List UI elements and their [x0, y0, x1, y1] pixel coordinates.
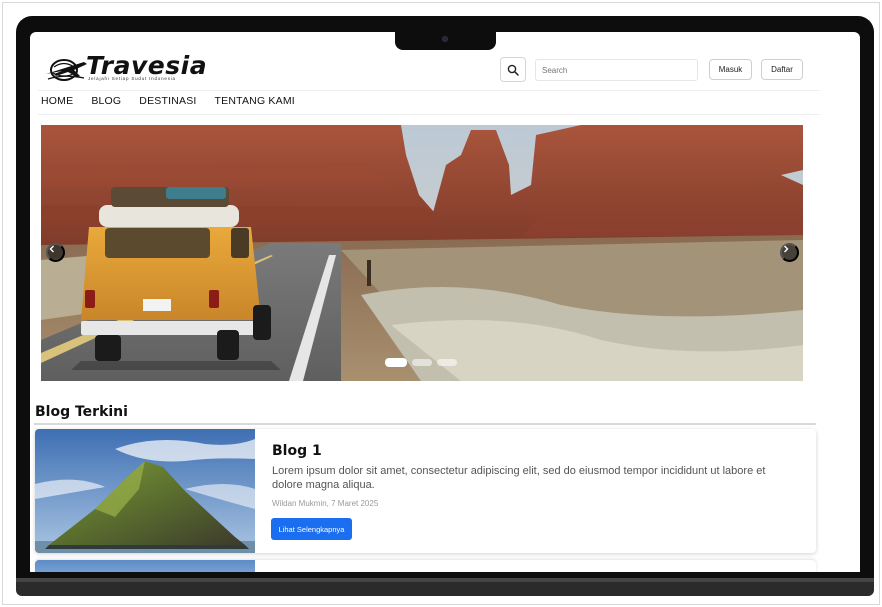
site-logo[interactable]: Travesia Jelajahi Setiap Sudut Indonesia — [44, 52, 207, 84]
chevron-right-icon — [784, 245, 789, 253]
search-icon — [507, 64, 519, 76]
nav-item-blog[interactable]: BLOG — [91, 95, 121, 111]
section-divider — [34, 423, 816, 425]
nav-divider — [38, 114, 820, 115]
blog-post-excerpt: Lorem ipsum dolor sit amet, consectetur … — [272, 465, 766, 491]
nav-item-tentang-kami[interactable]: TENTANG KAMI — [215, 95, 295, 111]
register-button[interactable]: Daftar — [761, 59, 803, 80]
nav-item-destinasi[interactable]: DESTINASI — [139, 95, 196, 111]
search-button[interactable] — [500, 57, 526, 82]
camera-icon — [442, 36, 448, 42]
login-button[interactable]: Masuk — [709, 59, 752, 80]
blog-post-meta: Wildan Mukmin, 7 Maret 2025 — [272, 499, 379, 508]
blog-card: Blog 1 Lorem ipsum dolor sit amet, conse… — [35, 429, 816, 553]
header-divider — [38, 90, 820, 91]
page: Travesia Jelajahi Setiap Sudut Indonesia… — [0, 0, 882, 607]
search-input[interactable] — [535, 59, 698, 81]
read-more-button[interactable]: Lihat Selengkapnya — [271, 518, 352, 540]
plane-globe-icon — [46, 59, 87, 81]
nav-item-home[interactable]: HOME — [41, 95, 73, 111]
laptop-notch — [395, 32, 496, 50]
laptop-base — [16, 578, 874, 596]
brand-tagline: Jelajahi Setiap Sudut Indonesia — [88, 76, 176, 81]
laptop-screen: Travesia Jelajahi Setiap Sudut Indonesia… — [30, 32, 860, 572]
carousel-dot-3[interactable] — [437, 359, 457, 366]
hero-carousel — [41, 125, 803, 381]
chevron-left-icon — [49, 245, 54, 253]
blog-thumbnail-partial — [35, 560, 255, 572]
carousel-prev-button[interactable] — [46, 243, 65, 262]
main-nav: HOME BLOG DESTINASI TENTANG KAMI — [41, 95, 313, 111]
blog-card-partial — [35, 560, 816, 572]
blog-section-title: Blog Terkini — [35, 404, 128, 420]
blog-thumbnail — [35, 429, 255, 553]
hero-slide-image — [41, 125, 803, 381]
carousel-dot-1[interactable] — [385, 358, 407, 367]
blog-post-title[interactable]: Blog 1 — [272, 443, 322, 459]
carousel-next-button[interactable] — [780, 243, 799, 262]
carousel-indicators — [385, 358, 457, 367]
carousel-dot-2[interactable] — [412, 359, 432, 366]
